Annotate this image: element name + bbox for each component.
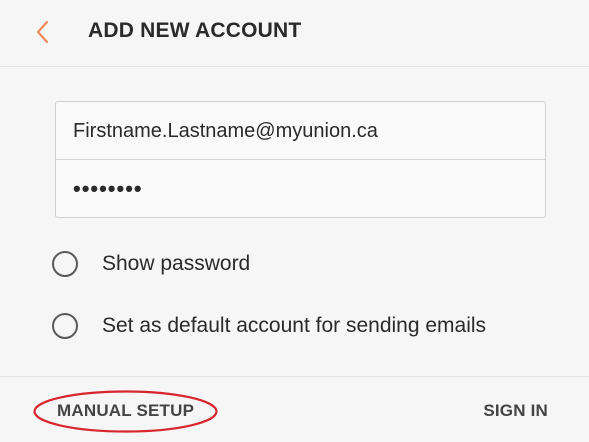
footer-bar: MANUAL SETUP SIGN IN bbox=[0, 376, 589, 442]
password-field[interactable]: •••••••• bbox=[56, 160, 545, 217]
app-header: ADD NEW ACCOUNT bbox=[0, 0, 589, 67]
default-account-label: Set as default account for sending email… bbox=[102, 314, 487, 337]
default-account-option[interactable]: Set as default account for sending email… bbox=[52, 309, 486, 343]
default-account-radio[interactable] bbox=[52, 313, 78, 339]
email-field[interactable]: Firstname.Lastname@myunion.ca bbox=[56, 102, 545, 160]
show-password-radio[interactable] bbox=[52, 251, 78, 277]
page-title: ADD NEW ACCOUNT bbox=[88, 19, 302, 42]
credentials-group: Firstname.Lastname@myunion.ca •••••••• bbox=[55, 101, 546, 218]
show-password-option[interactable]: Show password bbox=[52, 247, 250, 281]
chevron-left-icon[interactable] bbox=[33, 18, 53, 46]
manual-setup-button[interactable]: MANUAL SETUP bbox=[57, 401, 194, 421]
sign-in-button[interactable]: SIGN IN bbox=[483, 401, 548, 421]
show-password-label: Show password bbox=[102, 252, 251, 275]
